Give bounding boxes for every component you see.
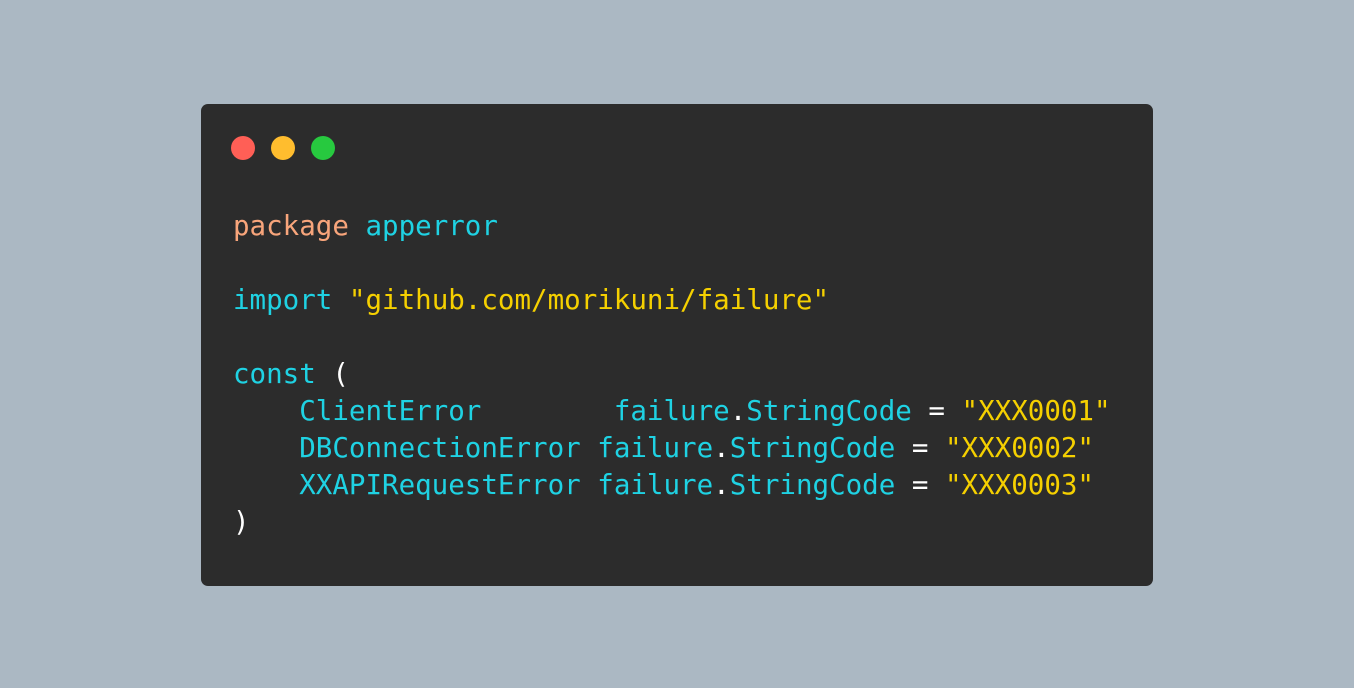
code-token-identifier: ClientError (299, 395, 482, 427)
code-line: import "github.com/morikuni/failure" (233, 282, 1111, 319)
code-line: ) (233, 504, 1111, 541)
close-dot-icon[interactable] (231, 136, 255, 160)
code-token-plain: = (895, 469, 945, 501)
code-line: ClientError failure.StringCode = "XXX000… (233, 393, 1111, 430)
code-token-plain: = (911, 395, 962, 427)
code-token-identifier: const (233, 358, 316, 390)
code-line: XXAPIRequestError failure.StringCode = "… (233, 467, 1111, 504)
code-token-plain: . (713, 432, 730, 464)
code-token-identifier: apperror (365, 210, 498, 242)
code-token-identifier: XXAPIRequestError (299, 469, 581, 501)
code-token-string: "XXX0002" (944, 432, 1094, 464)
window-controls (231, 136, 335, 160)
code-window: package apperror import "github.com/mori… (201, 104, 1153, 586)
code-line: DBConnectionError failure.StringCode = "… (233, 430, 1111, 467)
code-token-identifier: StringCode (729, 432, 896, 464)
code-block: package apperror import "github.com/mori… (233, 208, 1111, 541)
code-token-plain: . (713, 469, 730, 501)
code-line: package apperror (233, 208, 1111, 245)
code-token-identifier: failure (597, 469, 714, 501)
code-token-plain: ) (233, 506, 250, 538)
code-token-string: "XXX0003" (944, 469, 1094, 501)
code-token-identifier: failure (597, 432, 714, 464)
maximize-dot-icon[interactable] (311, 136, 335, 160)
code-token-plain: . (729, 395, 747, 427)
code-token-plain: = (895, 432, 945, 464)
code-token-identifier: failure (613, 395, 730, 427)
code-token-identifier: StringCode (746, 395, 912, 427)
code-token-string: "XXX0001" (961, 395, 1111, 427)
minimize-dot-icon[interactable] (271, 136, 295, 160)
code-token-identifier: StringCode (729, 469, 896, 501)
code-token-plain: ( (315, 358, 349, 390)
code-token-keyword-package: package (233, 210, 349, 242)
code-token-string: "github.com/morikuni/failure" (348, 284, 830, 316)
code-token-identifier: DBConnectionError (299, 432, 581, 464)
code-line: const ( (233, 356, 1111, 393)
code-token-identifier: import (233, 284, 333, 316)
